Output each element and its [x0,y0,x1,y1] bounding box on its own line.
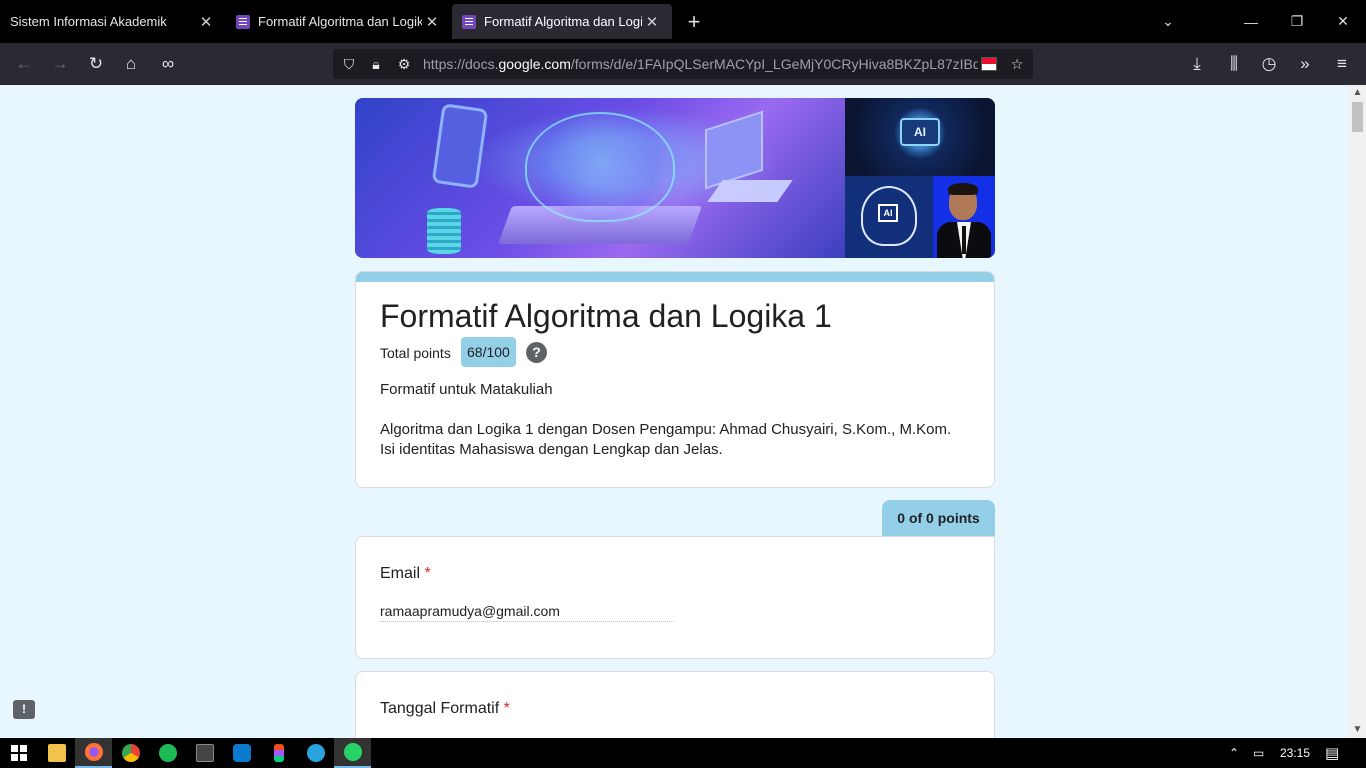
flag-icon[interactable] [981,57,997,71]
form-title: Formatif Algoritma dan Logika 1 [380,298,832,334]
windows-logo-icon [10,745,27,761]
lock-icon[interactable]: 🔒︎ [364,49,388,79]
scroll-up-icon[interactable]: ▲ [1349,85,1366,101]
question-title: Email * [380,565,431,582]
section-points-badge: 0 of 0 points [882,500,995,537]
accent-bar [356,272,994,282]
firefox-icon[interactable] [75,738,112,768]
vscode-icon[interactable] [223,738,260,768]
whatsapp-icon[interactable] [334,738,371,768]
keyboard-illustration [707,180,793,202]
permissions-icon[interactable]: ⚙ [392,49,416,79]
navigation-bar: ← → ↻ ⌂ ∞ ⛉ 🔒︎ ⚙ https://docs.google.com… [0,43,1366,85]
shield-icon[interactable]: ⛉ [337,49,361,79]
ai-brain-image: AI [845,176,933,258]
ai-brain-label: AI [878,204,898,222]
url-text[interactable]: https://docs.google.com/forms/d/e/1FAIpQ… [423,56,978,72]
browser-tab-bar: Sistem Informasi Akademik ✕ Formatif Alg… [0,0,1366,43]
form-description-line1: Formatif untuk Matakuliah [380,381,553,398]
tab-label: Formatif Algoritma dan Logika 1 [258,14,422,29]
close-icon[interactable]: ✕ [196,13,216,31]
ai-chip-image: AI [845,98,995,176]
minimize-icon[interactable]: — [1228,0,1274,43]
tab-formatif-1[interactable]: Formatif Algoritma dan Logika 1 ✕ [226,0,452,43]
private-mask-icon[interactable]: ∞ [150,43,186,85]
help-icon[interactable]: ? [526,342,547,363]
address-bar[interactable]: ⛉ 🔒︎ ⚙ https://docs.google.com/forms/d/e… [333,49,1033,79]
total-points-label: Total points [380,345,451,361]
spotify-icon[interactable] [149,738,186,768]
scroll-down-icon[interactable]: ▼ [1349,722,1366,738]
page-scrollbar[interactable]: ▲ ▼ [1349,85,1366,738]
bookmark-star-icon[interactable]: ☆ [1005,49,1029,79]
question-title: Tanggal Formatif * [380,700,510,717]
form-description-line2: Algoritma dan Logika 1 dengan Dosen Peng… [380,421,952,458]
notification-icon[interactable]: ▤ [1325,738,1339,768]
home-icon[interactable]: ⌂ [113,43,149,85]
form-header-banner: AI AI [355,98,995,258]
overflow-chevron-icon[interactable]: » [1287,43,1323,85]
ai-chip-label: AI [900,118,940,146]
start-button[interactable] [0,738,37,768]
tab-sistem-informasi[interactable]: Sistem Informasi Akademik ✕ [0,0,226,43]
tab-formatif-2[interactable]: Formatif Algoritma dan Logika 1 ✕ [452,4,672,39]
tab-label: Sistem Informasi Akademik [10,14,167,29]
forward-icon[interactable]: → [42,43,78,85]
library-icon[interactable]: ⫼ [1216,43,1252,85]
battery-icon[interactable]: ▭ [1253,738,1264,768]
report-feedback-icon[interactable]: ! [13,700,35,719]
file-explorer-icon[interactable] [38,738,75,768]
figma-icon[interactable] [260,738,297,768]
menu-icon[interactable]: ≡ [1324,43,1360,85]
brain-network-illustration [525,112,675,222]
required-asterisk: * [503,700,510,717]
clock[interactable]: 23:15 [1280,738,1310,768]
windows-taskbar: ⌃ ▭ 23:15 ▤ [0,738,1366,768]
tab-label: Formatif Algoritma dan Logika 1 [484,14,642,29]
terminal-icon[interactable] [186,738,223,768]
list-all-tabs-icon[interactable]: ⌄ [1145,0,1191,43]
required-asterisk: * [424,565,431,582]
isometric-tech-illustration [355,98,845,258]
google-forms-icon [236,14,250,29]
close-icon[interactable]: ✕ [422,13,442,31]
scroll-thumb[interactable] [1352,102,1363,132]
question-card-email: Email * ramaapramudya@gmail.com [355,536,995,659]
reload-icon[interactable]: ↻ [78,43,114,85]
chrome-icon[interactable] [112,738,149,768]
tablet-illustration [431,103,489,189]
lecturer-photo [933,176,995,258]
google-forms-icon [462,14,476,29]
restore-icon[interactable]: ❐ [1274,0,1320,43]
telegram-icon[interactable] [297,738,334,768]
close-icon[interactable]: ✕ [642,13,662,31]
email-answer: ramaapramudya@gmail.com [380,603,674,622]
score-badge: 68/100 [461,337,516,367]
tray-overflow-icon[interactable]: ⌃ [1229,738,1239,768]
download-icon[interactable]: ⤓ [1179,43,1215,85]
monitor-illustration [705,110,763,190]
plus-icon[interactable]: + [672,0,716,43]
coin-stack-illustration [427,208,461,254]
form-title-card: Formatif Algoritma dan Logika 1 Total po… [355,271,995,488]
back-icon[interactable]: ← [6,43,42,85]
history-icon[interactable]: ◷ [1251,43,1287,85]
close-window-icon[interactable]: ✕ [1320,0,1366,43]
